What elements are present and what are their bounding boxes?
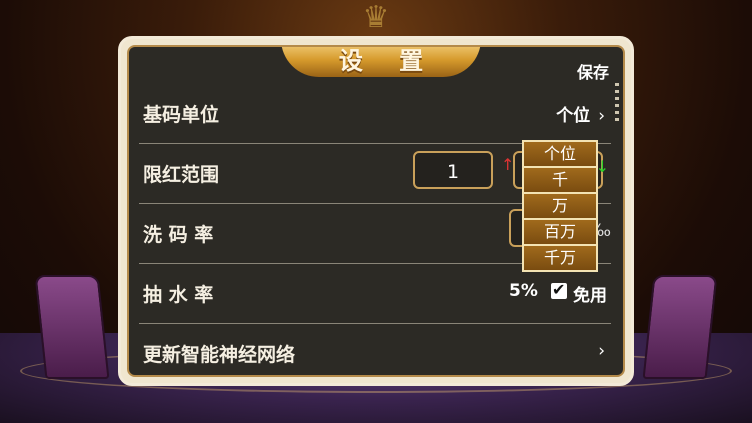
scrollbar[interactable] [615, 83, 619, 123]
settings-panel: 设 置 保存 基码单位 个位 › 限红范围 1 ↑ ↓ 洗 码 率 ‰ 抽 水 率… [118, 36, 634, 386]
dropdown-option[interactable]: 百万 [522, 218, 598, 246]
dropdown-option[interactable]: 个位 [522, 140, 598, 168]
base-unit-label: 基码单位 [143, 104, 220, 126]
limit-min-input[interactable]: 1 [413, 151, 493, 189]
free-checkbox[interactable]: ✔ [551, 280, 567, 299]
draw-rate-label: 抽 水 率 [143, 284, 214, 306]
row-draw-rate: 抽 水 率 5% ✔ 免用 [139, 263, 611, 324]
dropdown-option[interactable]: 万 [522, 192, 598, 220]
wash-rate-label: 洗 码 率 [143, 224, 214, 246]
row-base-unit[interactable]: 基码单位 个位 › [139, 83, 611, 144]
left-chair [34, 275, 110, 379]
unit-dropdown: 个位 千 万 百万 千万 [522, 140, 598, 272]
limit-range-label: 限红范围 [143, 164, 220, 186]
right-chair [642, 275, 718, 379]
title-tab: 设 置 [281, 47, 481, 77]
base-unit-selector[interactable]: 个位 › [556, 101, 605, 126]
check-icon: ✔ [552, 280, 566, 299]
base-unit-value: 个位 [556, 106, 591, 126]
panel-title: 设 置 [338, 47, 438, 75]
row-update-nn[interactable]: 更新智能神经网络 › [139, 323, 611, 375]
settings-panel-inner: 设 置 保存 基码单位 个位 › 限红范围 1 ↑ ↓ 洗 码 率 ‰ 抽 水 率… [127, 45, 625, 377]
draw-rate-value: 5% [509, 281, 538, 301]
lion-crest-icon: ♛ [362, 0, 390, 35]
update-nn-label: 更新智能神经网络 [143, 344, 296, 366]
update-nn-link[interactable]: › [590, 341, 605, 361]
save-button[interactable]: 保存 [577, 59, 609, 83]
dropdown-option[interactable]: 千万 [522, 244, 598, 272]
dropdown-option[interactable]: 千 [522, 166, 598, 194]
chevron-right-icon: › [598, 106, 605, 126]
free-label: 免用 [573, 286, 607, 306]
chevron-right-icon: › [598, 341, 605, 361]
